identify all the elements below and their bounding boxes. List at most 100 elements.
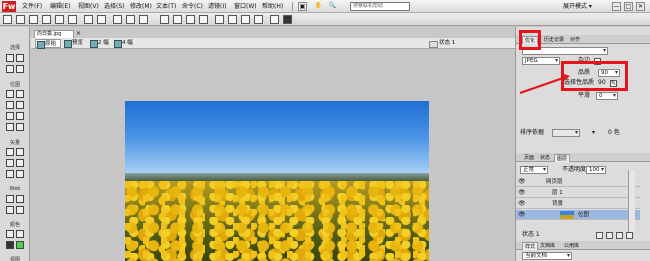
tab-history[interactable]: 历史记录 bbox=[542, 36, 566, 44]
menu-filters[interactable]: 滤镜(I) bbox=[208, 0, 226, 13]
fill-color-swatch[interactable] bbox=[16, 241, 24, 249]
scale-tool-icon[interactable] bbox=[6, 65, 14, 73]
subselect-tool-icon[interactable] bbox=[16, 54, 24, 62]
send-back-icon[interactable] bbox=[254, 15, 263, 24]
format-select[interactable]: JPEG bbox=[522, 57, 560, 65]
sunflower-photo[interactable] bbox=[125, 101, 429, 261]
send-backward-icon[interactable] bbox=[241, 15, 250, 24]
open-file-icon[interactable] bbox=[16, 15, 25, 24]
opacity-input[interactable]: 100 bbox=[586, 166, 606, 174]
minimize-button[interactable]: — bbox=[612, 2, 621, 11]
marquee-tool-icon[interactable] bbox=[6, 90, 14, 98]
view-2up-button[interactable]: 2 幅 bbox=[89, 39, 111, 48]
menu-file[interactable]: 文件(F) bbox=[22, 0, 42, 13]
layer-row-web[interactable]: 👁 网页层 bbox=[516, 177, 640, 187]
crop-tool-icon[interactable] bbox=[16, 65, 24, 73]
smoothing-select[interactable]: 0 bbox=[596, 92, 618, 100]
tab-document-library[interactable]: 文档库 bbox=[538, 242, 557, 250]
visibility-eye-icon[interactable]: 👁 bbox=[518, 189, 526, 196]
hand-icon[interactable]: ✋ bbox=[314, 2, 323, 11]
redo-icon[interactable] bbox=[97, 15, 106, 24]
document-close-icon[interactable]: × bbox=[76, 30, 83, 37]
layers-scrollbar[interactable] bbox=[628, 170, 635, 232]
menu-edit[interactable]: 编辑(E) bbox=[50, 0, 70, 13]
bring-front-icon[interactable] bbox=[215, 15, 224, 24]
view-4up-button[interactable]: 4 幅 bbox=[113, 39, 135, 48]
visibility-eye-icon[interactable]: 👁 bbox=[518, 200, 526, 207]
new-file-icon[interactable] bbox=[3, 15, 12, 24]
tab-pages[interactable]: 页面 bbox=[522, 154, 536, 162]
tab-layers[interactable]: 图层 bbox=[554, 154, 571, 162]
new-bitmap-icon[interactable] bbox=[606, 232, 613, 239]
export-icon[interactable] bbox=[55, 15, 64, 24]
ungroup-icon[interactable] bbox=[173, 15, 182, 24]
document-tab[interactable]: 向日葵.jpg bbox=[34, 30, 74, 38]
help-search-input[interactable]: 搜索联机帮助 bbox=[350, 2, 410, 11]
stamp-tool-icon[interactable] bbox=[16, 123, 24, 131]
pencil-tool-icon[interactable] bbox=[6, 112, 14, 120]
brush-tool-icon[interactable] bbox=[16, 101, 24, 109]
menu-help[interactable]: 帮助(H) bbox=[262, 0, 283, 13]
duplicate-layer-icon[interactable] bbox=[616, 232, 623, 239]
lasso-tool-icon[interactable] bbox=[16, 90, 24, 98]
copy-icon[interactable] bbox=[126, 15, 135, 24]
align-icon[interactable] bbox=[270, 15, 279, 24]
sort-by-select[interactable] bbox=[552, 129, 580, 137]
hide-slices-icon[interactable] bbox=[6, 206, 14, 214]
eyedropper-tool-icon[interactable] bbox=[6, 230, 14, 238]
blur-tool-icon[interactable] bbox=[6, 123, 14, 131]
cut-icon[interactable] bbox=[113, 15, 122, 24]
workspace-switcher[interactable]: 展开模式 ▾ bbox=[563, 0, 592, 13]
paint-bucket-icon[interactable] bbox=[16, 230, 24, 238]
maximize-button[interactable]: □ bbox=[624, 2, 633, 11]
view-original-button[interactable]: 原始 bbox=[35, 39, 61, 49]
text-tool-icon[interactable] bbox=[16, 159, 24, 167]
import-icon[interactable] bbox=[42, 15, 51, 24]
print-icon[interactable] bbox=[68, 15, 77, 24]
show-slices-icon[interactable] bbox=[16, 206, 24, 214]
magic-wand-icon[interactable] bbox=[6, 101, 14, 109]
tab-states[interactable]: 状态 bbox=[538, 154, 552, 162]
visibility-eye-icon[interactable]: 👁 bbox=[518, 178, 526, 185]
menu-modify[interactable]: 修改(M) bbox=[130, 0, 152, 13]
layer-row-1[interactable]: 👁 层 1 bbox=[516, 188, 640, 198]
visibility-eye-icon[interactable]: 👁 bbox=[518, 211, 526, 218]
paste-icon[interactable] bbox=[139, 15, 148, 24]
screen-mode-icon[interactable]: ▣ bbox=[298, 2, 307, 11]
group-icon[interactable] bbox=[160, 15, 169, 24]
document-state-label[interactable]: 状态 1 bbox=[429, 39, 455, 48]
pointer-tool-icon[interactable] bbox=[6, 54, 14, 62]
hotspot-tool-icon[interactable] bbox=[6, 195, 14, 203]
current-document-select[interactable]: 当前文档 bbox=[522, 252, 572, 260]
undo-icon[interactable] bbox=[84, 15, 93, 24]
menu-text[interactable]: 文本(T) bbox=[156, 0, 176, 13]
menu-view[interactable]: 视图(V) bbox=[78, 0, 99, 13]
zoom-icon[interactable]: 🔍 bbox=[328, 2, 337, 11]
menu-select[interactable]: 选择(S) bbox=[104, 0, 125, 13]
split-icon[interactable] bbox=[199, 15, 208, 24]
tab-common-library[interactable]: 公用库 bbox=[562, 242, 581, 250]
layer-row-bitmap[interactable]: 👁 位图 bbox=[516, 210, 640, 220]
menu-window[interactable]: 窗口(W) bbox=[234, 0, 257, 13]
layer-row-background[interactable]: 👁 背景 bbox=[516, 199, 640, 209]
colors-menu-icon[interactable]: ▾ bbox=[590, 130, 597, 137]
new-layer-icon[interactable] bbox=[596, 232, 603, 239]
tab-styles[interactable]: 样式 bbox=[522, 242, 539, 250]
freeform-tool-icon[interactable] bbox=[6, 170, 14, 178]
blend-mode-select[interactable]: 正常 bbox=[520, 166, 548, 174]
knife-tool-icon[interactable] bbox=[16, 170, 24, 178]
rectangle-tool-icon[interactable] bbox=[6, 159, 14, 167]
join-icon[interactable] bbox=[186, 15, 195, 24]
rotate-icon[interactable] bbox=[283, 15, 292, 24]
eraser-tool-icon[interactable] bbox=[16, 112, 24, 120]
delete-layer-icon[interactable] bbox=[626, 232, 633, 239]
close-button[interactable]: ✕ bbox=[636, 2, 645, 11]
line-tool-icon[interactable] bbox=[6, 148, 14, 156]
pen-tool-icon[interactable] bbox=[16, 148, 24, 156]
save-icon[interactable] bbox=[29, 15, 38, 24]
slice-tool-icon[interactable] bbox=[16, 195, 24, 203]
bring-forward-icon[interactable] bbox=[228, 15, 237, 24]
stroke-color-swatch[interactable] bbox=[6, 241, 14, 249]
menu-commands[interactable]: 命令(C) bbox=[182, 0, 203, 13]
tab-align[interactable]: 对齐 bbox=[568, 36, 582, 44]
